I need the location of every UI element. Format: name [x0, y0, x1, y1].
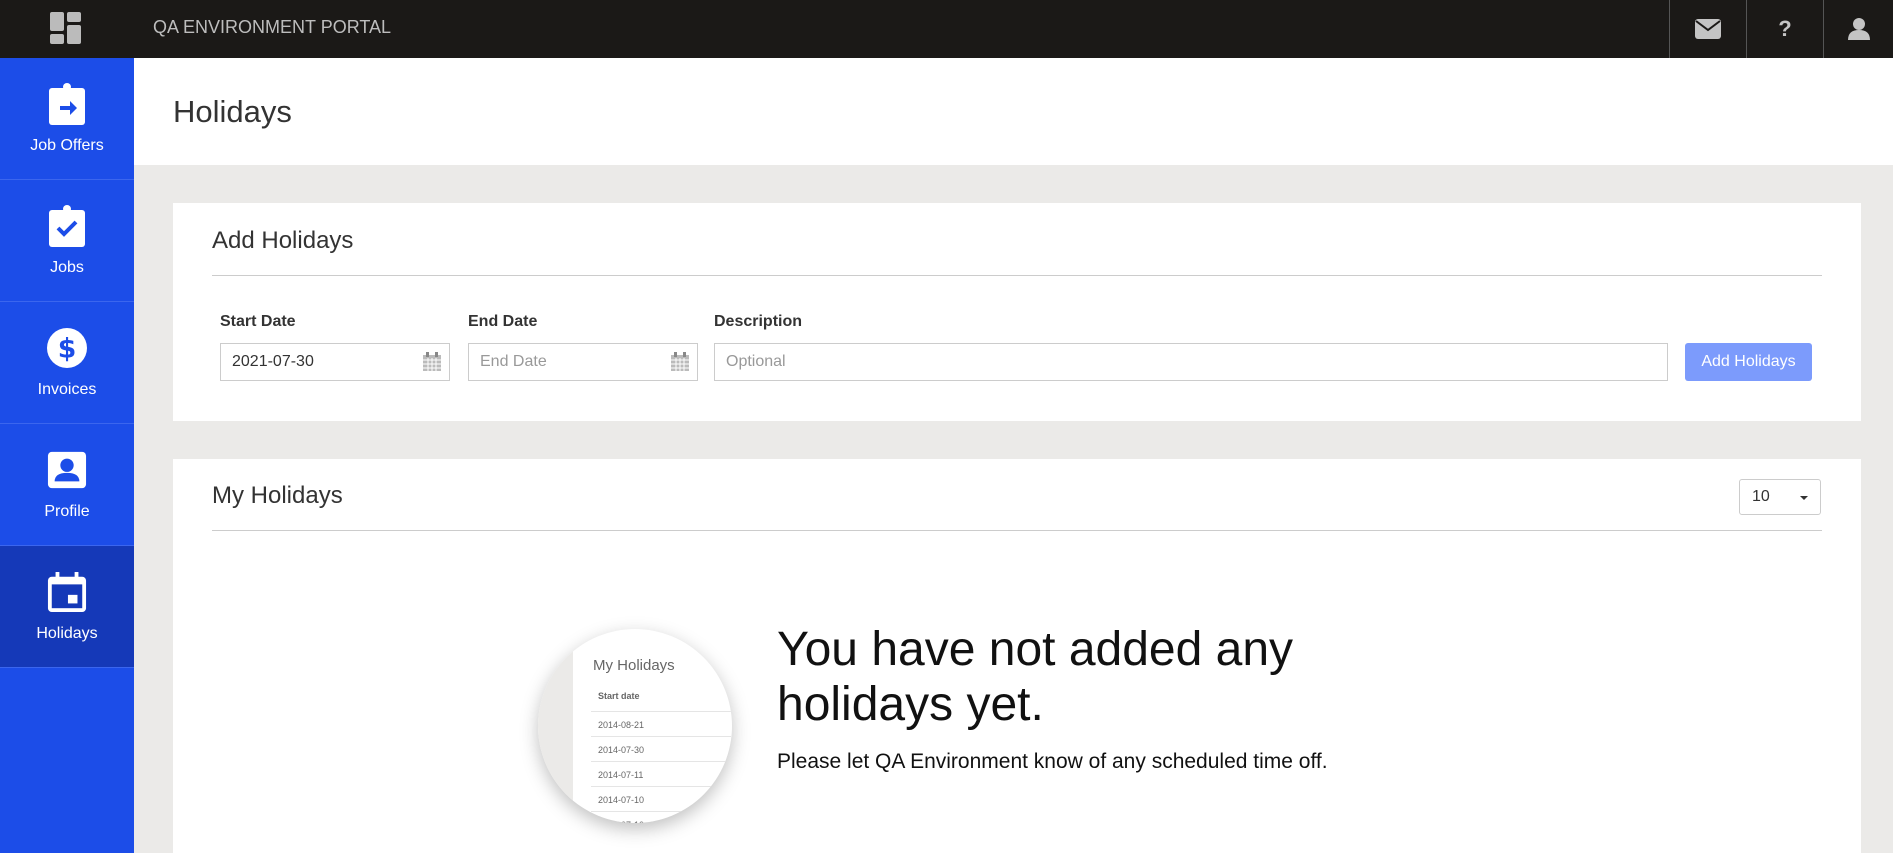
- start-date-value: 2021-07-30: [232, 353, 314, 370]
- sidebar-item-profile[interactable]: Profile: [0, 424, 134, 546]
- portal-title: QA ENVIRONMENT PORTAL: [153, 17, 392, 37]
- calendar-icon: [47, 571, 87, 612]
- end-date-input[interactable]: End Date: [468, 343, 698, 381]
- empty-state-subtitle: Please let QA Environment know of any sc…: [777, 750, 1328, 773]
- my-holidays-card: My Holidays 10 My Holidays Start date 20…: [173, 459, 1861, 853]
- illustration-row: 2014-07-10: [591, 811, 731, 823]
- illustration-row: 2014-07-11: [591, 761, 731, 788]
- calendar-icon[interactable]: [670, 352, 690, 372]
- sidebar-item-label: Holidays: [36, 624, 98, 642]
- messages-button[interactable]: [1669, 0, 1746, 58]
- dollar-icon: $: [47, 327, 87, 368]
- end-date-label: End Date: [468, 313, 538, 330]
- clipboard-check-icon: [49, 204, 85, 247]
- description-label: Description: [714, 313, 803, 330]
- help-button[interactable]: ?: [1746, 0, 1823, 58]
- empty-state-title: You have not added any holidays yet.: [777, 623, 1294, 731]
- svg-text:$: $: [58, 333, 77, 364]
- dashboard-icon[interactable]: [50, 12, 82, 44]
- user-menu-button[interactable]: [1823, 0, 1893, 58]
- sidebar: Job Offers Jobs $ Invoices Profile Holid…: [0, 58, 134, 853]
- page-header: Holidays: [134, 58, 1893, 165]
- page-size-select[interactable]: 10: [1739, 479, 1821, 515]
- clipboard-arrow-icon: [49, 82, 85, 125]
- sidebar-item-label: Jobs: [50, 258, 84, 276]
- add-holidays-card: Add Holidays Start Date End Date Descrip…: [173, 203, 1861, 421]
- card-heading: Add Holidays: [212, 227, 354, 254]
- user-icon: [1847, 18, 1870, 40]
- profile-card-icon: [47, 451, 87, 488]
- start-date-label: Start Date: [220, 313, 296, 330]
- sidebar-item-job-offers[interactable]: Job Offers: [0, 58, 134, 180]
- sidebar-item-label: Job Offers: [30, 136, 104, 154]
- caret-down-icon: [1800, 496, 1808, 500]
- divider: [212, 275, 1822, 276]
- illustration-column: Start date: [598, 691, 640, 701]
- envelope-icon: [1695, 19, 1721, 39]
- sidebar-item-label: Invoices: [37, 380, 97, 398]
- divider: [212, 530, 1822, 531]
- description-input[interactable]: Optional: [714, 343, 1668, 381]
- description-placeholder: Optional: [726, 353, 786, 370]
- sidebar-item-label: Profile: [44, 502, 90, 520]
- card-heading: My Holidays: [212, 482, 343, 509]
- page-title: Holidays: [173, 94, 292, 129]
- page-size-value: 10: [1752, 488, 1770, 505]
- end-date-placeholder: End Date: [480, 353, 547, 370]
- sidebar-item-invoices[interactable]: $ Invoices: [0, 302, 134, 424]
- illustration-heading: My Holidays: [593, 657, 675, 674]
- illustration-row: 2014-08-21: [591, 711, 731, 738]
- sidebar-item-holidays[interactable]: Holidays: [0, 546, 134, 668]
- empty-state-illustration: My Holidays Start date 2014-08-21 2014-0…: [538, 629, 732, 823]
- top-bar: QA ENVIRONMENT PORTAL ?: [0, 0, 1893, 58]
- illustration-row: 2014-07-30: [591, 736, 731, 763]
- start-date-input[interactable]: 2021-07-30: [220, 343, 450, 381]
- question-icon: ?: [1778, 16, 1792, 41]
- calendar-icon[interactable]: [422, 352, 442, 372]
- add-holidays-button[interactable]: Add Holidays: [1685, 343, 1812, 381]
- sidebar-item-jobs[interactable]: Jobs: [0, 180, 134, 302]
- illustration-row: 2014-07-10: [591, 786, 731, 813]
